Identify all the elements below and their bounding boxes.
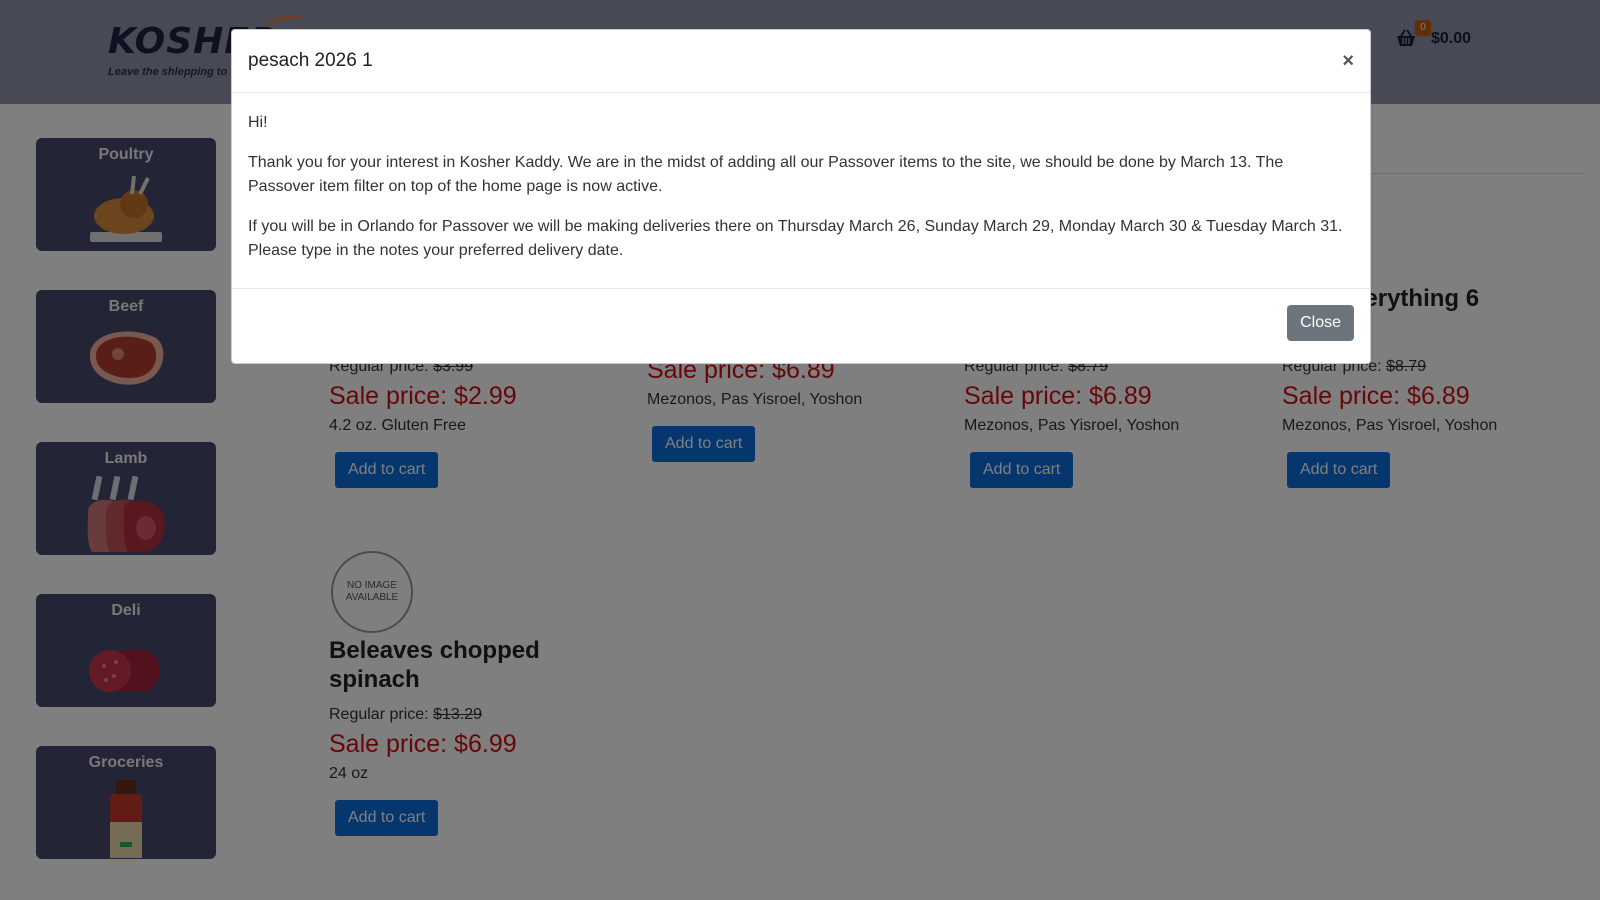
modal-paragraph: If you will be in Orlando for Passover w…: [248, 218, 1343, 259]
modal-body: Hi! Thank you for your interest in Koshe…: [232, 93, 1370, 289]
close-icon[interactable]: ×: [1342, 50, 1354, 73]
close-button[interactable]: Close: [1287, 305, 1354, 341]
modal-footer: Close: [232, 289, 1370, 357]
modal-paragraph: Thank you for your interest in Kosher Ka…: [248, 154, 1284, 195]
modal-title: pesach 2026 1: [248, 50, 373, 71]
announcement-modal: pesach 2026 1 × Hi! Thank you for your i…: [231, 29, 1371, 364]
modal-paragraph: Hi!: [248, 114, 268, 131]
modal-header: pesach 2026 1 ×: [232, 30, 1370, 93]
